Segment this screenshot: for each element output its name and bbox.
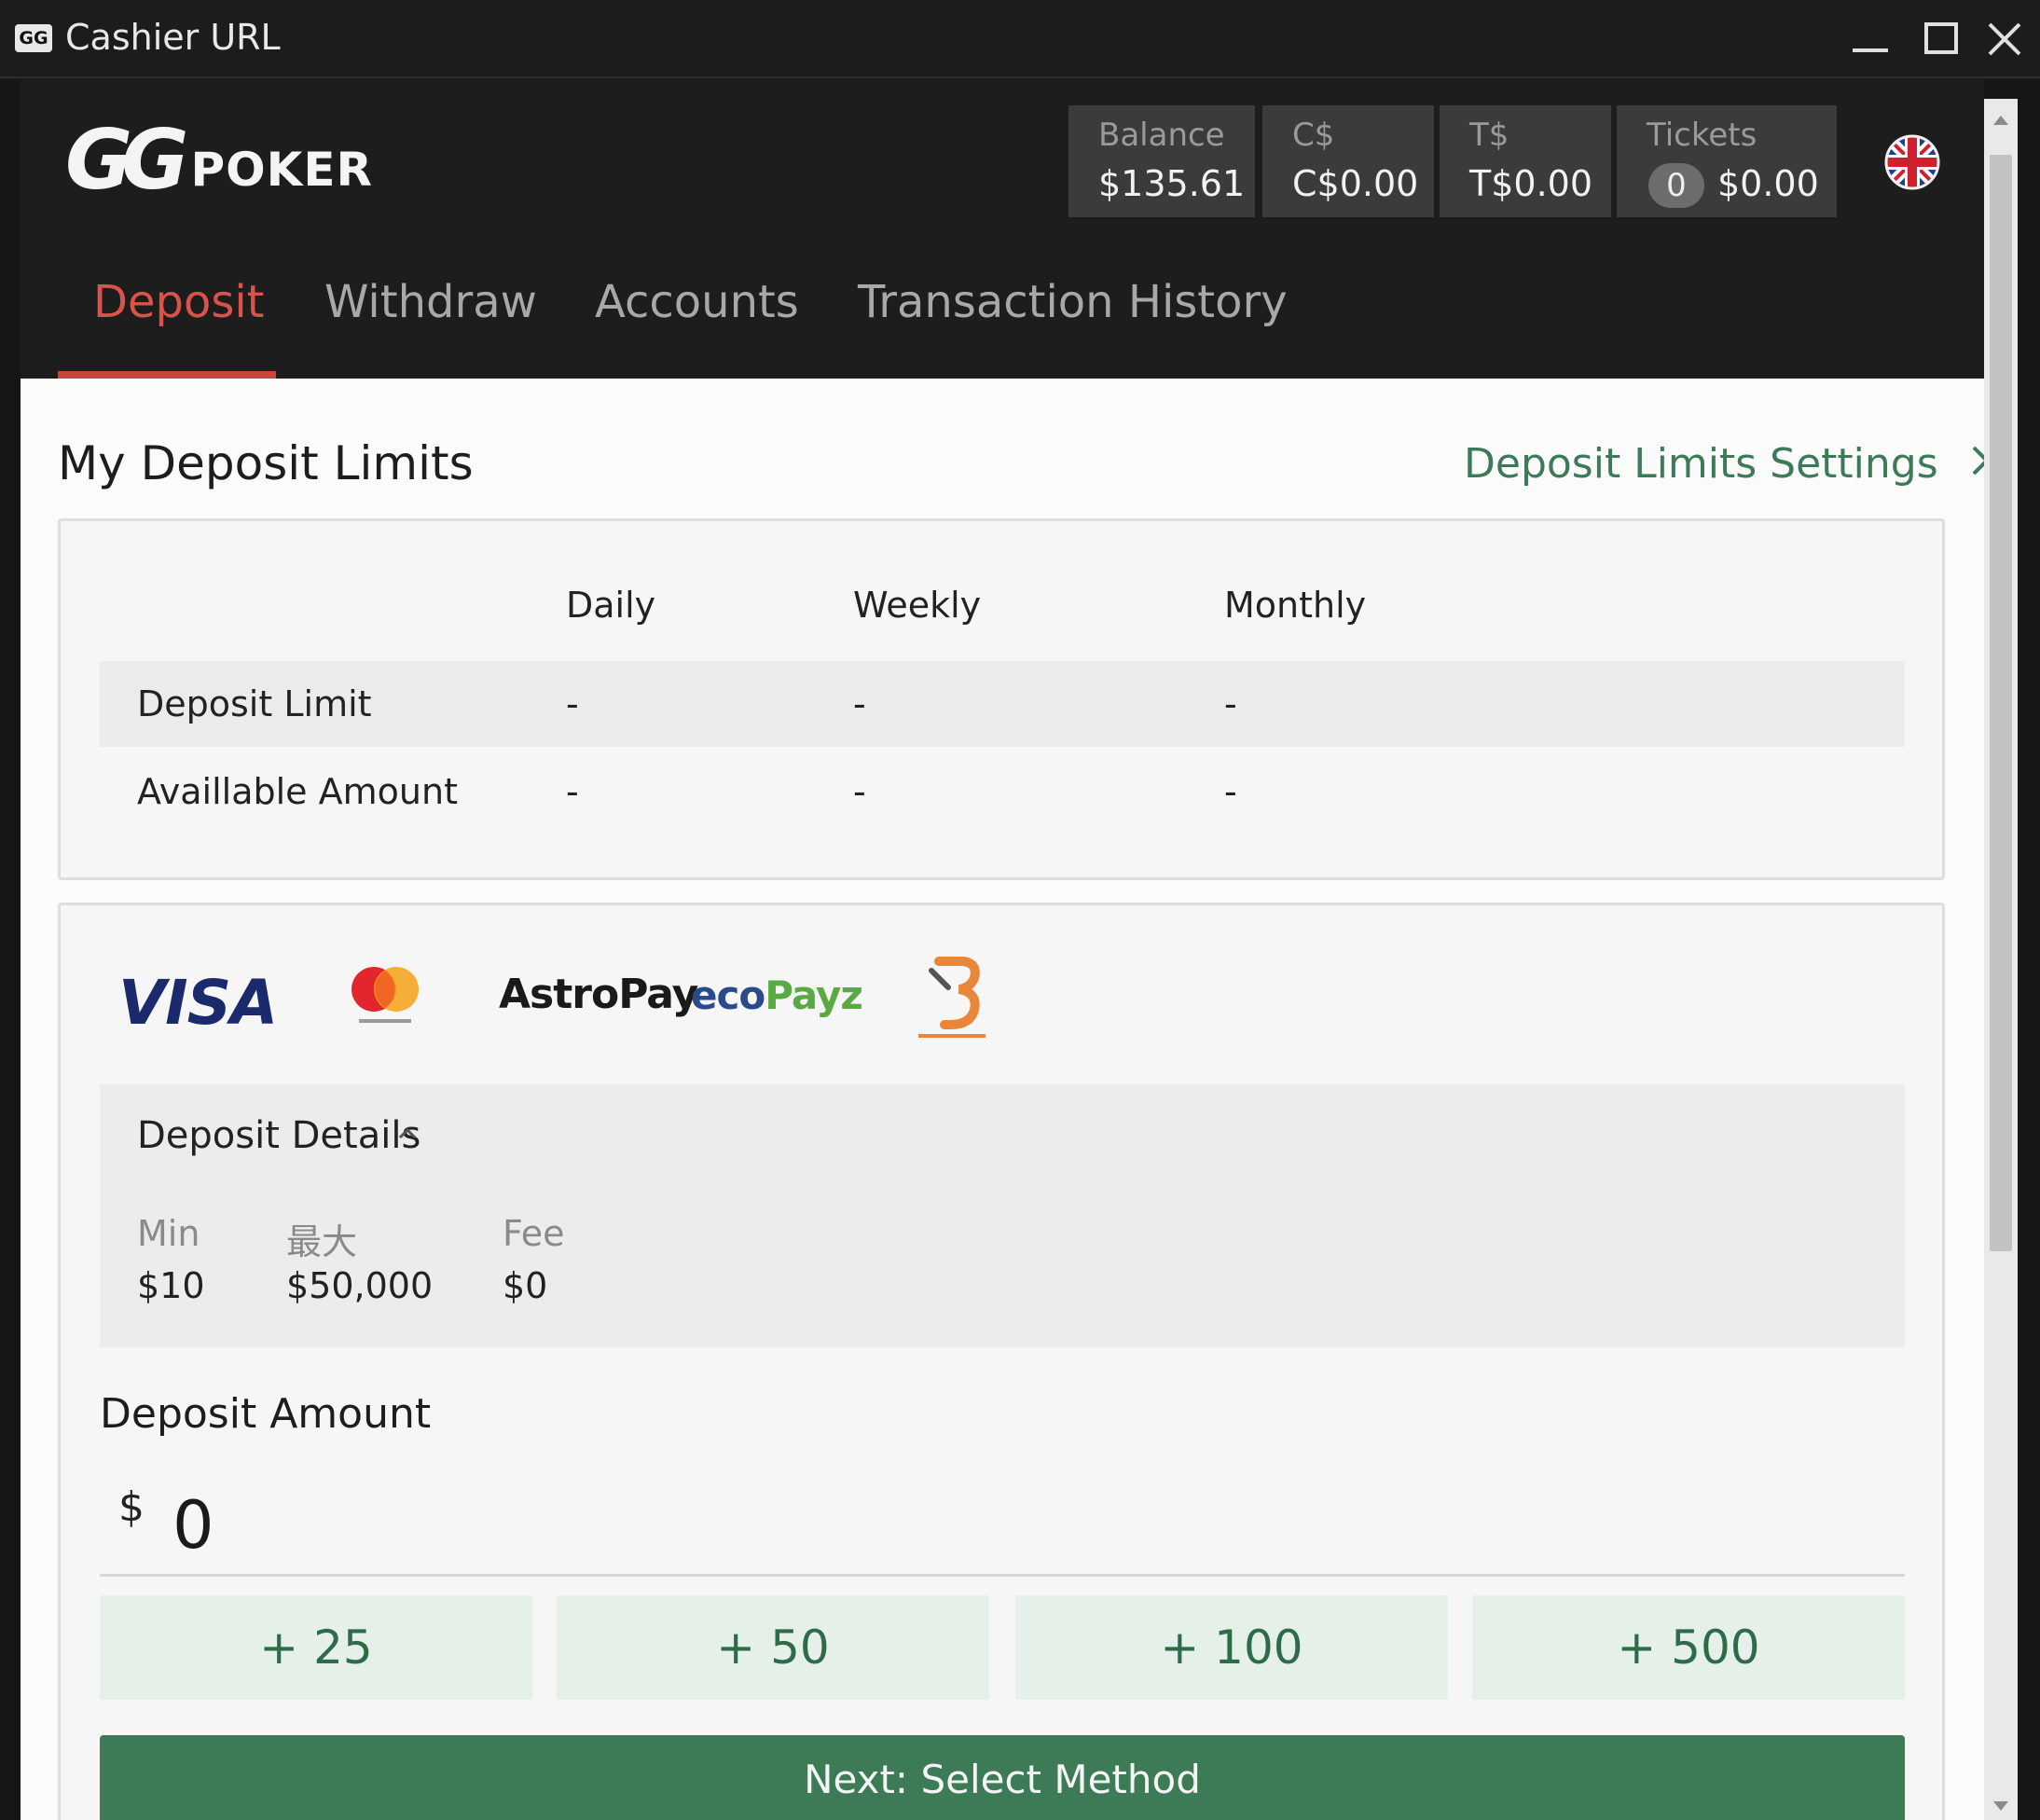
- max-label: 最大: [286, 1221, 358, 1262]
- tab-withdraw[interactable]: Withdraw: [324, 276, 537, 328]
- row-label: Availlable Amount: [137, 771, 458, 812]
- tickets-value: $0.00: [1717, 163, 1819, 204]
- deposit-content: My Deposit Limits Deposit Limits Setting…: [21, 379, 1984, 1820]
- table-row: Deposit Limit - - -: [100, 661, 1905, 747]
- fee-value: $0: [503, 1265, 548, 1306]
- table-cell: -: [853, 771, 866, 812]
- deposit-card: VISA AstroPay ecoPayz Deposit Details Mi…: [58, 903, 1945, 1820]
- tickets-label: Tickets: [1647, 117, 1757, 154]
- cash-value: C$0.00: [1292, 163, 1419, 204]
- quick-add-100-button[interactable]: + 100: [1015, 1595, 1448, 1700]
- scroll-down-icon[interactable]: [1992, 1799, 2010, 1813]
- fee-label: Fee: [503, 1213, 565, 1254]
- bitcoin-bitcoinbitzer-icon[interactable]: [907, 950, 997, 1043]
- deposit-limits-settings-label: Deposit Limits Settings: [1464, 440, 1938, 488]
- balance-label: Balance: [1098, 117, 1225, 154]
- deposit-amount-input[interactable]: [172, 1487, 732, 1564]
- table-cell: -: [566, 771, 579, 812]
- tab-deposit[interactable]: Deposit: [93, 276, 265, 328]
- ecopayz-logo[interactable]: ecoPayz: [691, 972, 863, 1018]
- min-value: $10: [137, 1265, 205, 1306]
- table-row: Availlable Amount - - -: [100, 749, 1905, 834]
- deposit-details-toggle[interactable]: Deposit Details: [137, 1114, 420, 1157]
- column-weekly: Weekly: [853, 585, 982, 626]
- tab-transaction-history[interactable]: Transaction History: [858, 276, 1288, 328]
- table-cell: -: [1224, 771, 1237, 812]
- quick-add-25-button[interactable]: + 25: [100, 1595, 532, 1700]
- tickets-box: Tickets 0 $0.00: [1617, 105, 1837, 217]
- currency-symbol: $: [118, 1483, 145, 1531]
- deposit-limits-title: My Deposit Limits: [58, 436, 474, 490]
- mastercard-icon[interactable]: [346, 961, 424, 1032]
- row-label: Deposit Limit: [137, 683, 372, 724]
- tournament-label: T$: [1469, 117, 1509, 154]
- cash-label: C$: [1292, 117, 1335, 154]
- app-icon: GG: [15, 24, 52, 52]
- balance-value: $135.61: [1098, 163, 1246, 204]
- visa-logo[interactable]: VISA: [118, 967, 278, 1039]
- deposit-details-panel: Deposit Details Min $10 最大 $50,000 Fee $…: [100, 1084, 1905, 1347]
- deposit-amount-title: Deposit Amount: [100, 1390, 432, 1438]
- table-cell: -: [1224, 683, 1237, 724]
- deposit-amount-field: $: [100, 1455, 1905, 1577]
- quick-add-500-button[interactable]: + 500: [1472, 1595, 1905, 1700]
- logo-gg: GG: [65, 112, 189, 208]
- minimize-icon[interactable]: [1841, 13, 1897, 65]
- balance-box: Balance $135.61: [1068, 105, 1255, 217]
- uk-flag-icon[interactable]: [1884, 134, 1940, 190]
- close-icon[interactable]: [1977, 13, 2033, 65]
- cashier-header: GG POKER Balance $135.61 C$ C$0.00 T$ T$…: [21, 80, 1984, 379]
- tab-accounts[interactable]: Accounts: [595, 276, 799, 328]
- active-tab-indicator: [58, 371, 276, 379]
- chevron-up-icon[interactable]: [396, 1125, 419, 1140]
- logo-poker: POKER: [190, 143, 374, 197]
- chevron-right-icon: [1972, 446, 1984, 476]
- deposit-limits-table: Daily Weekly Monthly Deposit Limit - - -…: [58, 518, 1945, 880]
- deposit-limits-settings-link[interactable]: Deposit Limits Settings: [1464, 440, 1984, 488]
- column-monthly: Monthly: [1224, 585, 1367, 626]
- maximize-icon[interactable]: [1913, 13, 1969, 65]
- scroll-up-icon[interactable]: [1992, 114, 2010, 127]
- column-daily: Daily: [566, 585, 656, 626]
- scrollbar-thumb[interactable]: [1990, 155, 2012, 1251]
- window-title: Cashier URL: [65, 17, 281, 58]
- cash-box: C$ C$0.00: [1262, 105, 1434, 217]
- tournament-box: T$ T$0.00: [1440, 105, 1611, 217]
- max-value: $50,000: [286, 1265, 434, 1306]
- cashier-frame: GG POKER Balance $135.61 C$ C$0.00 T$ T$…: [0, 80, 2040, 1820]
- ecopayz-eco: eco: [691, 972, 765, 1018]
- ecopayz-payz: Payz: [765, 972, 863, 1018]
- table-cell: -: [566, 683, 579, 724]
- min-label: Min: [137, 1213, 200, 1254]
- vertical-scrollbar[interactable]: [1984, 99, 2018, 1820]
- ggpoker-logo: GG POKER: [65, 112, 374, 208]
- quick-add-50-button[interactable]: + 50: [557, 1595, 989, 1700]
- tournament-value: T$0.00: [1469, 163, 1592, 204]
- astropay-logo[interactable]: AstroPay: [499, 971, 698, 1018]
- tickets-count-badge: 0: [1648, 163, 1704, 208]
- next-select-method-button[interactable]: Next: Select Method: [100, 1735, 1905, 1820]
- table-cell: -: [853, 683, 866, 724]
- window-titlebar: GG Cashier URL: [0, 0, 2040, 78]
